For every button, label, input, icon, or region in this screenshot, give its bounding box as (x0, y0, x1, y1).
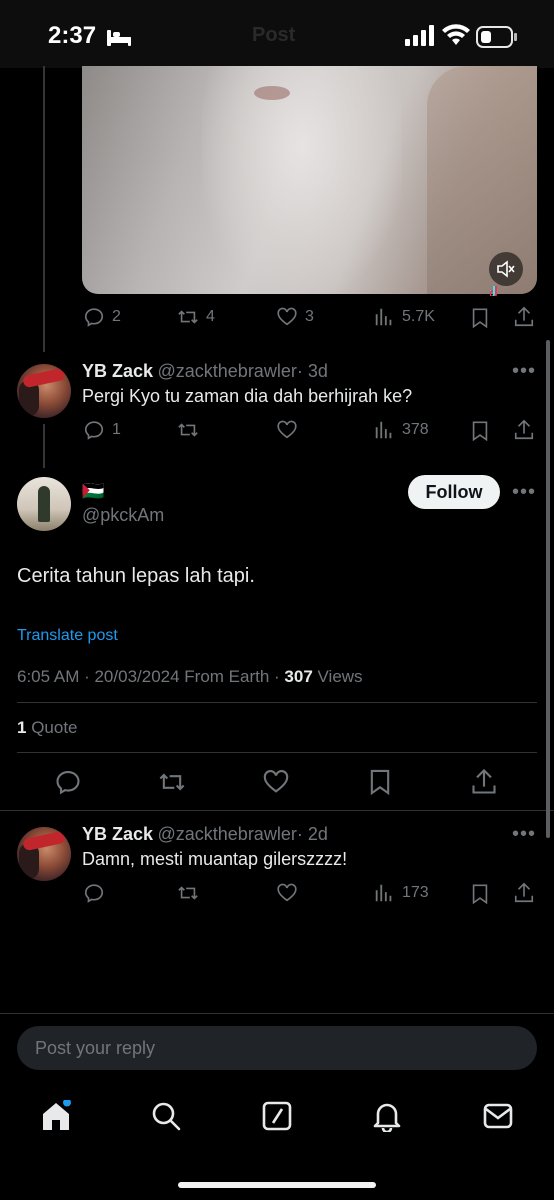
heart-icon (277, 307, 297, 326)
quotes-link[interactable]: 1 Quote (17, 718, 78, 738)
reply-icon (84, 884, 104, 903)
bookmark-icon[interactable] (366, 768, 394, 796)
repost-icon[interactable] (158, 768, 186, 796)
status-time: 2:37 (48, 22, 97, 49)
reply-button[interactable]: 2 (83, 306, 121, 328)
reply-count: 1 (112, 421, 121, 438)
avatar[interactable] (17, 477, 71, 531)
share-icon[interactable] (513, 419, 535, 441)
share-icon[interactable] (470, 768, 498, 796)
reply-header: YB Zack @zackthebrawler· 2d (82, 824, 328, 845)
share-icon[interactable] (513, 306, 535, 328)
author-handle[interactable]: @zackthebrawler (158, 361, 297, 381)
reply-input[interactable]: Post your reply (17, 1026, 537, 1070)
views-button[interactable]: 5.7K (373, 306, 435, 328)
scrollbar[interactable] (546, 340, 550, 838)
author-name[interactable]: YB Zack (82, 824, 153, 844)
tiktok-logo-icon (490, 286, 510, 296)
home-icon[interactable] (40, 1100, 72, 1132)
author-handle[interactable]: @pkckAm (82, 505, 164, 526)
mute-icon[interactable] (489, 252, 523, 286)
video-thumbnail[interactable] (82, 66, 537, 294)
share-icon[interactable] (513, 882, 535, 904)
reply-icon (84, 308, 104, 327)
divider (17, 702, 537, 703)
reply-text: Damn, mesti muantap gilerszzzz! (82, 849, 348, 869)
views-count: 173 (402, 884, 429, 901)
messages-icon[interactable] (483, 1103, 513, 1129)
sleep-mode-icon (106, 28, 132, 48)
more-options-icon[interactable]: ••• (512, 360, 536, 383)
reply-button[interactable] (83, 882, 105, 904)
thread-line (43, 424, 45, 468)
post-timestamp: 6:05 AM · 20/03/2024 From Earth · (17, 667, 285, 686)
author-name[interactable]: YB Zack (82, 361, 153, 381)
more-options-icon[interactable]: ••• (512, 481, 536, 504)
follow-button[interactable]: Follow (408, 475, 500, 509)
repost-icon (178, 886, 198, 900)
reply-icon[interactable] (54, 768, 82, 796)
divider (17, 752, 537, 753)
views-label: Views (312, 667, 363, 686)
like-count: 3 (305, 308, 314, 325)
views-icon (375, 421, 392, 439)
thread-line (43, 66, 45, 352)
battery-icon (476, 26, 518, 48)
repost-button[interactable] (177, 419, 199, 441)
view-count: 307 (284, 667, 313, 686)
avatar[interactable] (17, 827, 71, 881)
heart-icon[interactable] (262, 768, 290, 796)
views-button[interactable]: 378 (373, 419, 429, 441)
avatar[interactable] (17, 364, 71, 418)
views-icon (375, 308, 392, 326)
author-name-flag[interactable]: 🇵🇸 (82, 481, 104, 502)
grok-icon[interactable] (262, 1101, 292, 1131)
post-meta: 6:05 AM · 20/03/2024 From Earth · 307 Vi… (17, 667, 363, 687)
repost-count: 4 (206, 308, 215, 325)
search-icon[interactable] (151, 1101, 181, 1131)
signal-icon (405, 25, 435, 47)
translate-link[interactable]: Translate post (17, 627, 118, 645)
repost-icon (178, 310, 198, 324)
reply-button[interactable]: 1 (83, 419, 121, 441)
bookmark-icon[interactable] (469, 883, 491, 905)
repost-icon (178, 423, 198, 437)
author-handle[interactable]: @zackthebrawler (158, 824, 297, 844)
repost-button[interactable]: 4 (177, 306, 215, 328)
reply-count: 2 (112, 308, 121, 325)
heart-icon (277, 883, 297, 902)
heart-icon (277, 420, 297, 439)
post-time: · 3d (296, 361, 328, 381)
reply-icon (84, 421, 104, 440)
repost-button[interactable] (177, 882, 199, 904)
reply-text: Pergi Kyo tu zaman dia dah berhijrah ke? (82, 386, 413, 406)
divider (0, 1013, 554, 1014)
bookmark-icon[interactable] (469, 307, 491, 329)
bookmark-icon[interactable] (469, 420, 491, 442)
views-count: 378 (402, 421, 429, 438)
views-count: 5.7K (402, 308, 435, 325)
header-title: Post (252, 24, 296, 46)
wifi-icon (442, 24, 470, 46)
home-indicator (178, 1182, 376, 1188)
divider (0, 810, 554, 811)
quote-label: Quote (26, 718, 78, 737)
post-text: Cerita tahun lepas lah tapi. (17, 565, 255, 587)
views-icon (375, 884, 392, 902)
like-button[interactable]: 3 (276, 306, 314, 328)
like-button[interactable] (276, 419, 298, 441)
like-button[interactable] (276, 882, 298, 904)
more-options-icon[interactable]: ••• (512, 823, 536, 846)
notifications-icon[interactable] (372, 1100, 402, 1132)
reply-header: YB Zack @zackthebrawler· 3d (82, 361, 328, 382)
post-time: · 2d (296, 824, 328, 844)
views-button[interactable]: 173 (373, 882, 429, 904)
